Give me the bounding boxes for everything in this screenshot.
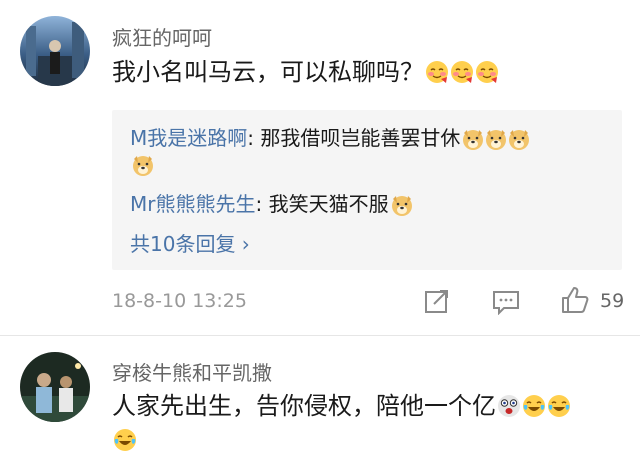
comment-text: 人家先出生，告你侵权，陪他一个亿 xyxy=(112,390,571,424)
shocked-emoji-icon xyxy=(497,394,521,418)
comment-username[interactable]: 疯狂的呵呵 xyxy=(112,22,212,51)
doge-emoji-icon xyxy=(461,127,484,150)
blush-emoji-icon xyxy=(475,60,499,84)
reply-text: 我笑天猫不服 xyxy=(268,192,389,216)
comment-timestamp: 18-8-10 13:25 xyxy=(112,290,247,312)
reply-text: 那我借呗岂能善罢甘休 xyxy=(260,126,461,150)
share-icon[interactable] xyxy=(424,288,450,314)
doge-emoji-icon xyxy=(131,153,153,176)
laugh-cry-emoji-icon xyxy=(547,394,571,418)
blush-emoji-icon xyxy=(425,60,449,84)
reply-separator: : xyxy=(247,126,261,150)
reply-username[interactable]: Mr熊熊熊先生 xyxy=(130,192,255,216)
comment-overflow-emoji xyxy=(112,424,137,458)
comment-body: 人家先出生，告你侵权，陪他一个亿 xyxy=(112,392,496,420)
comment-body: 我小名叫马云，可以私聊吗？ xyxy=(112,58,424,86)
doge-emoji-icon xyxy=(484,127,507,150)
reply-separator: : xyxy=(255,192,269,216)
laugh-cry-emoji-icon xyxy=(113,428,137,452)
reply-item[interactable]: Mr熊熊熊先生: 我笑天猫不服 xyxy=(130,188,412,217)
reply-box[interactable]: M我是迷路啊: 那我借呗岂能善罢甘休 Mr熊熊熊先生: 我笑天猫不服 共10条回… xyxy=(112,110,622,270)
more-replies-link[interactable]: 共10条回复 › xyxy=(130,228,250,257)
doge-emoji-icon xyxy=(390,193,412,216)
comment-icon[interactable] xyxy=(492,289,520,315)
reply-item[interactable]: M我是迷路啊: 那我借呗岂能善罢甘休 xyxy=(130,122,530,151)
avatar[interactable] xyxy=(20,16,90,86)
like-icon[interactable] xyxy=(560,285,590,315)
avatar[interactable] xyxy=(20,352,90,422)
like-count: 59 xyxy=(600,290,625,312)
reply-overflow-emoji xyxy=(130,152,153,176)
comment-divider xyxy=(0,335,640,336)
doge-emoji-icon xyxy=(507,127,530,150)
comment-text: 我小名叫马云，可以私聊吗？ xyxy=(112,56,499,90)
reply-username[interactable]: M我是迷路啊 xyxy=(130,126,247,150)
blush-emoji-icon xyxy=(450,60,474,84)
laugh-cry-emoji-icon xyxy=(522,394,546,418)
comment-username[interactable]: 穿梭牛熊和平凯撒 xyxy=(112,357,272,386)
